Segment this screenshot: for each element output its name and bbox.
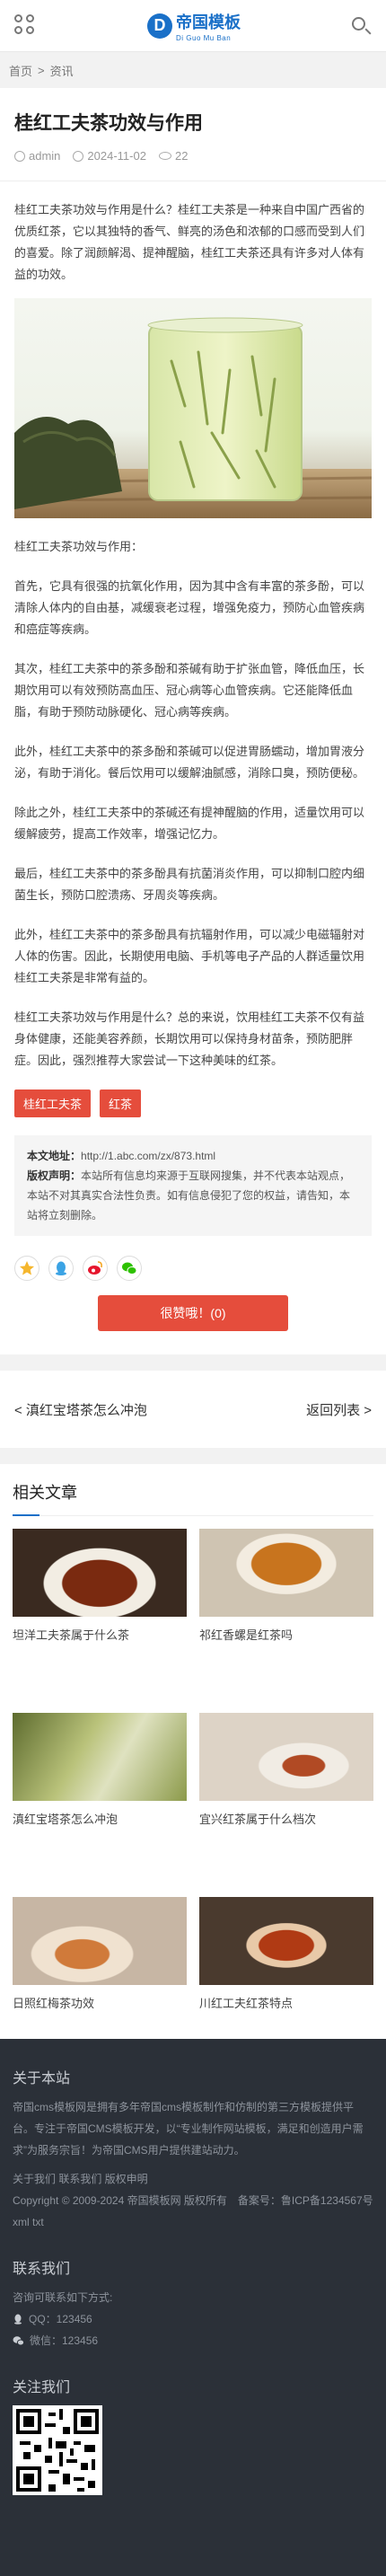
qr-code-image	[13, 2405, 102, 2495]
related-title: 相关文章	[13, 1464, 373, 1516]
article-url[interactable]: http://1.abc.com/zx/873.html	[81, 1150, 215, 1162]
related-thumbnail	[199, 1897, 373, 1985]
copyright-label: 版权声明：	[27, 1169, 82, 1182]
tag-list: 桂红工夫茶 红茶	[14, 1090, 372, 1117]
article-nav: < 滇红宝塔茶怎么冲泡 返回列表 >	[0, 1371, 386, 1448]
article-paragraph: 此外，桂红工夫茶中的茶多酚和茶碱可以促进胃肠蠕动，增加胃液分泌，有助于消化。餐后…	[14, 745, 365, 780]
article-paragraph: 首先，它具有很强的抗氧化作用，因为其中含有丰富的茶多酚，可以清除人体内的自由基，…	[14, 579, 365, 636]
article-title: 桂红工夫茶功效与作用	[14, 112, 203, 134]
article-paragraph: 此外，桂红工夫茶中的茶多酚具有抗辐射作用，可以减少电磁辐射对人体的伤害。因此，长…	[14, 928, 365, 984]
eye-icon	[158, 152, 171, 160]
related-thumbnail	[13, 1897, 187, 1985]
prev-article-link[interactable]: < 滇红宝塔茶怎么冲泡	[14, 1400, 147, 1419]
top-header: D 帝国模板 Di Guo Mu Ban	[0, 0, 386, 52]
article-views: 22	[174, 149, 189, 163]
article-meta: admin 2024-11-02 22	[14, 137, 372, 181]
footer-copyright: Copyright © 2009-2024 帝国模板网 版权所有 备案号：鲁IC…	[13, 2194, 373, 2207]
footer-about-text: 帝国cms模板网是拥有多年帝国cms模板制作和仿制的第三方模板提供平台。专注于帝…	[13, 2101, 364, 2157]
article-paragraph: 桂红工夫茶功效与作用：	[14, 540, 144, 553]
back-to-list-link[interactable]: 返回列表 >	[306, 1400, 372, 1419]
wechat-share-icon[interactable]	[117, 1256, 142, 1281]
related-caption: 滇红宝塔茶怎么冲泡	[13, 1813, 118, 1826]
article-date: 2024-11-02	[87, 149, 146, 163]
article-author[interactable]: admin	[29, 149, 60, 163]
breadcrumb-separator: >	[38, 63, 45, 77]
footer-qq: QQ：123456	[29, 2313, 92, 2325]
article-paragraph: 其次，桂红工夫茶中的茶多酚和茶碱有助于扩张血管，降低血压，长期饮用可以有效预防高…	[14, 662, 365, 719]
related-thumbnail	[13, 1529, 187, 1617]
related-caption: 祁红香螺是红茶吗	[199, 1628, 294, 1642]
article-info-box: 本文地址：http://1.abc.com/zx/873.html 版权声明：本…	[14, 1135, 372, 1236]
qzone-share-icon[interactable]	[14, 1256, 39, 1281]
related-card[interactable]: 祁红香螺是红茶吗	[199, 1529, 373, 1713]
article-paragraph: 桂红工夫茶功效与作用是什么？桂红工夫茶是一种来自中国广西省的优质红茶，它以其独特…	[14, 203, 365, 281]
related-thumbnail	[13, 1713, 187, 1801]
footer-about-title: 关于本站	[13, 2069, 71, 2086]
related-card[interactable]: 坦洋工夫茶属于什么茶	[13, 1529, 187, 1713]
related-thumbnail	[199, 1713, 373, 1801]
url-label: 本文地址：	[27, 1150, 82, 1162]
related-caption: 坦洋工夫茶属于什么茶	[13, 1628, 130, 1642]
weibo-share-icon[interactable]	[83, 1256, 108, 1281]
article-paragraph: 除此之外，桂红工夫茶中的茶碱还有提神醒脑的作用，适量饮用可以缓解疲劳，提高工作效…	[14, 806, 365, 841]
footer-contact-title: 联系我们	[13, 2260, 71, 2277]
site-footer: 关于本站 帝国cms模板网是拥有多年帝国cms模板制作和仿制的第三方模板提供平台…	[0, 2039, 386, 2576]
related-card[interactable]: 滇红宝塔茶怎么冲泡	[13, 1713, 187, 1897]
site-logo[interactable]: D 帝国模板 Di Guo Mu Ban	[147, 10, 241, 42]
logo-name: 帝国模板	[176, 13, 241, 32]
related-caption: 川红工夫红茶特点	[199, 1997, 294, 2010]
related-thumbnail	[199, 1529, 373, 1617]
footer-follow-title: 关注我们	[13, 2378, 71, 2395]
footer-sitemap-links[interactable]: xml txt	[13, 2211, 373, 2233]
article: 桂红工夫茶功效与作用 admin 2024-11-02 22 桂红工夫茶功效与作…	[0, 88, 386, 1354]
search-icon[interactable]	[350, 15, 372, 37]
footer-wechat: 微信：123456	[30, 2334, 99, 2347]
related-caption: 宜兴红茶属于什么档次	[199, 1813, 317, 1826]
article-paragraph: 桂红工夫茶功效与作用是什么？总的来说，饮用桂红工夫茶不仅有益身体健康，还能美容养…	[14, 1010, 365, 1067]
article-content: 桂红工夫茶功效与作用是什么？桂红工夫茶是一种来自中国广西省的优质红茶，它以其独特…	[14, 199, 372, 1072]
footer-links[interactable]: 关于我们 联系我们 版权申明	[13, 2168, 373, 2190]
logo-mark: D	[147, 13, 172, 39]
clock-icon	[73, 150, 84, 162]
qq-share-icon[interactable]	[48, 1256, 74, 1281]
related-articles: 相关文章 坦洋工夫茶属于什么茶 祁红香螺是红茶吗 滇红宝塔茶怎么冲泡 宜兴红茶属…	[0, 1464, 386, 2099]
tag-link[interactable]: 桂红工夫茶	[14, 1090, 92, 1117]
qq-icon	[14, 2314, 22, 2325]
article-paragraph: 最后，桂红工夫茶中的茶多酚具有抗菌消炎作用，可以抑制口腔内细菌生长，预防口腔溃疡…	[14, 867, 365, 902]
like-button[interactable]: 很赞哦！(0)	[98, 1295, 288, 1331]
logo-subtitle: Di Guo Mu Ban	[176, 33, 232, 42]
breadcrumb: 首页 > 资讯	[0, 52, 386, 88]
article-hero-image	[14, 298, 372, 518]
related-card[interactable]: 宜兴红茶属于什么档次	[199, 1713, 373, 1897]
related-caption: 日照红梅茶功效	[13, 1997, 95, 2010]
wechat-icon	[13, 2336, 24, 2346]
breadcrumb-section[interactable]: 资讯	[50, 62, 74, 79]
user-icon	[14, 150, 25, 162]
breadcrumb-home[interactable]: 首页	[9, 62, 32, 79]
footer-contact-lead: 咨询可联系如下方式:	[13, 2291, 113, 2304]
tag-link[interactable]: 红茶	[100, 1090, 142, 1117]
share-bar	[14, 1256, 372, 1281]
menu-icon[interactable]	[14, 13, 38, 38]
